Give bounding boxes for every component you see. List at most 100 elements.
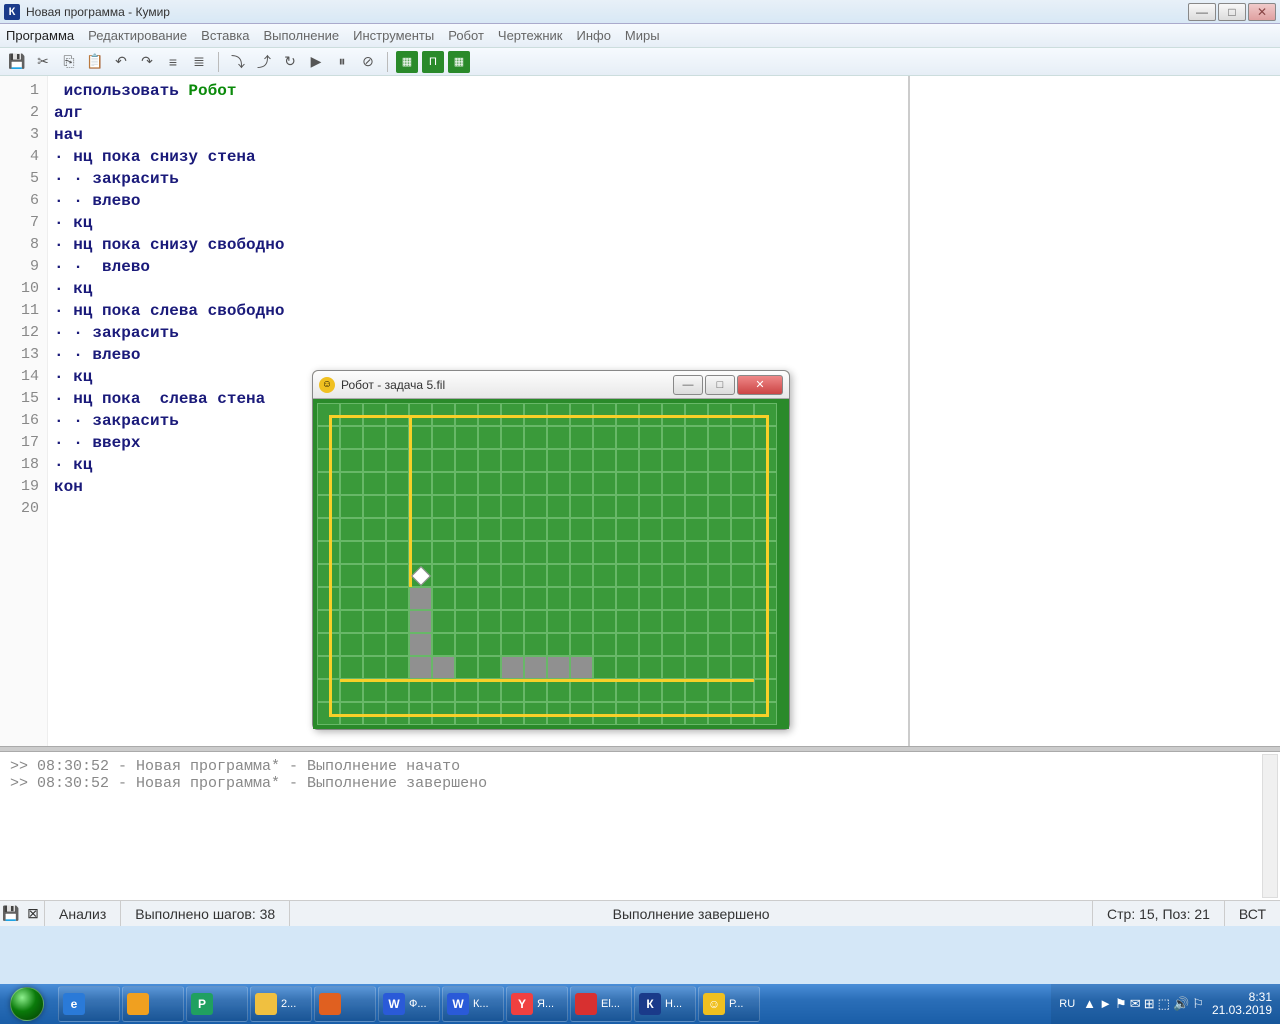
robot-window[interactable]: ☺ Робот - задача 5.fil — □ ✕ [312,370,790,730]
grid-cell[interactable] [570,633,593,656]
taskbar-item[interactable]: P [186,986,248,1022]
windows-taskbar[interactable]: eP2...WФ...WК...YЯ...El...КН...☺Р... RU … [0,984,1280,1024]
grid-cell[interactable] [570,564,593,587]
grid-cell[interactable] [524,495,547,518]
grid-cell[interactable] [570,449,593,472]
taskbar-item[interactable]: WФ... [378,986,440,1022]
menu-инструменты[interactable]: Инструменты [353,28,434,43]
grid-cell[interactable] [662,587,685,610]
grid-cell[interactable] [501,541,524,564]
grid-cell[interactable] [570,656,593,679]
grid-cell[interactable] [547,633,570,656]
grid-cell[interactable] [616,449,639,472]
grid-cell[interactable] [340,587,363,610]
paste-icon[interactable]: 📋 [84,51,106,73]
menu-робот[interactable]: Робот [448,28,484,43]
menu-выполнение[interactable]: Выполнение [263,28,339,43]
grid-cell[interactable] [685,587,708,610]
grid-cell[interactable] [685,495,708,518]
grid-cell[interactable] [363,679,386,702]
grid-cell[interactable] [409,541,432,564]
grid-cell[interactable] [685,518,708,541]
tray-icon[interactable]: ⬚ [1158,996,1170,1011]
grid-cell[interactable] [662,564,685,587]
grid-cell[interactable] [616,587,639,610]
grid-cell[interactable] [662,633,685,656]
grid-cell[interactable] [708,610,731,633]
grid-cell[interactable] [432,541,455,564]
grid-cell[interactable] [432,587,455,610]
grid-cell[interactable] [524,541,547,564]
pause-icon[interactable]: ⏸ [331,51,353,73]
grid-cell[interactable] [501,610,524,633]
grid-cell[interactable] [363,426,386,449]
taskbar-item[interactable] [122,986,184,1022]
grid-cell[interactable] [409,610,432,633]
grid-cell[interactable] [731,587,754,610]
grid-cell[interactable] [616,656,639,679]
grid-cell[interactable] [478,587,501,610]
grid-cell[interactable] [685,541,708,564]
taskbar-item[interactable]: 2... [250,986,312,1022]
robot-grid[interactable] [317,403,777,725]
grid-cell[interactable] [616,495,639,518]
grid-cell[interactable] [455,541,478,564]
grid-cell[interactable] [455,564,478,587]
grid-cell[interactable] [731,679,754,702]
grid-cell[interactable] [386,472,409,495]
grid-cell[interactable] [662,541,685,564]
grid-cell[interactable] [409,426,432,449]
grid-cell[interactable] [340,633,363,656]
grid-cell[interactable] [616,518,639,541]
grid-cell[interactable] [386,449,409,472]
step-over-icon[interactable]: ↻ [279,51,301,73]
redo-icon[interactable]: ↷ [136,51,158,73]
grid-cell[interactable] [501,633,524,656]
maximize-button[interactable]: □ [1218,3,1246,21]
grid3-icon[interactable]: ▦ [448,51,470,73]
grid-cell[interactable] [639,518,662,541]
grid-cell[interactable] [340,610,363,633]
grid-cell[interactable] [524,564,547,587]
grid-cell[interactable] [455,426,478,449]
grid-cell[interactable] [708,518,731,541]
grid-cell[interactable] [340,472,363,495]
grid-cell[interactable] [524,426,547,449]
grid-cell[interactable] [685,564,708,587]
menu-инфо[interactable]: Инфо [576,28,610,43]
grid-cell[interactable] [409,449,432,472]
grid-cell[interactable] [570,518,593,541]
grid-cell[interactable] [524,679,547,702]
grid-cell[interactable] [662,472,685,495]
grid-cell[interactable] [639,564,662,587]
grid-cell[interactable] [593,541,616,564]
grid-cell[interactable] [409,472,432,495]
grid-cell[interactable] [593,426,616,449]
grid-cell[interactable] [386,679,409,702]
grid-cell[interactable] [547,495,570,518]
grid-cell[interactable] [524,610,547,633]
grid-cell[interactable] [708,587,731,610]
grid-cell[interactable] [432,426,455,449]
grid-cell[interactable] [708,472,731,495]
grid-cell[interactable] [731,518,754,541]
grid-cell[interactable] [363,610,386,633]
grid-cell[interactable] [639,472,662,495]
robot-minimize-button[interactable]: — [673,375,703,395]
grid-cell[interactable] [547,610,570,633]
grid-cell[interactable] [363,518,386,541]
grid-cell[interactable] [547,541,570,564]
grid-cell[interactable] [455,633,478,656]
save-icon[interactable]: 💾 [6,51,28,73]
system-tray[interactable]: RU ▲ ► ⚑ ✉ ⊞ ⬚ 🔊 ⚐ 8:31 21.03.2019 [1051,984,1280,1024]
taskbar-item[interactable]: КН... [634,986,696,1022]
grid-cell[interactable] [409,679,432,702]
grid-cell[interactable] [731,633,754,656]
grid-cell[interactable] [340,564,363,587]
grid-cell[interactable] [363,587,386,610]
outdent-icon[interactable]: ≡ [162,51,184,73]
grid-cell[interactable] [432,656,455,679]
grid-cell[interactable] [501,518,524,541]
grid-cell[interactable] [524,449,547,472]
taskbar-item[interactable]: e [58,986,120,1022]
